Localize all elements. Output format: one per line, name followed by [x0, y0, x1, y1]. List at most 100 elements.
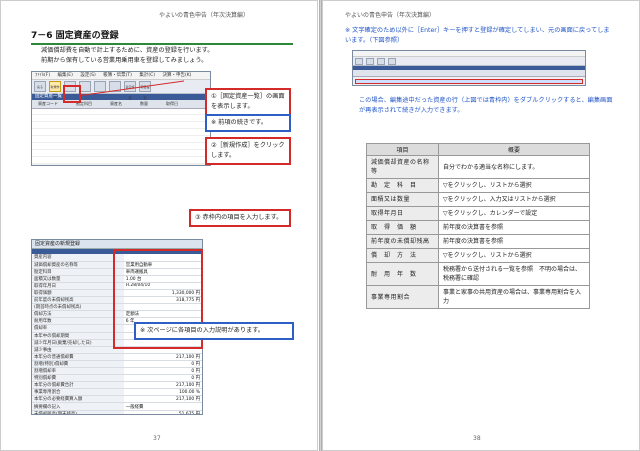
- desc-item: 償 却 方 法: [366, 248, 439, 263]
- form-label: 事業専用割合: [32, 388, 124, 397]
- section-title: 7－6 固定資産の登録: [31, 28, 293, 45]
- list-title: 固定資産一覧: [35, 94, 62, 99]
- form-value-field[interactable]: 217,100 円: [123, 353, 202, 361]
- desc-summary: 前年度の決算書を参照: [438, 234, 590, 249]
- left-page: やよいの青色申告（年次決算編） 7－6 固定資産の登録 減価償却費を自動で計上す…: [0, 0, 318, 451]
- callout-prev-note: ※ 前項の続きです。: [205, 114, 291, 132]
- menu-books[interactable]: 帳簿・伝票(T): [103, 73, 132, 78]
- intro-line-2: 前期から保有している営業用乗用車を登録してみましょう。: [41, 57, 208, 64]
- desc-item: 減価償却資産の名称等: [366, 155, 439, 179]
- form-value-field[interactable]: 0 円: [123, 360, 202, 369]
- asset-list-grid[interactable]: [32, 109, 210, 164]
- table-row: 取 得 価 額前年度の決算書を参照: [366, 220, 590, 235]
- fixed-asset-list-window: ﾌｧｲﾙ(F) 編集(E) 設定(S) 帳簿・伝票(T) 集計(C) 決算・申告…: [31, 71, 211, 166]
- toolbar-button-5[interactable]: [94, 81, 106, 92]
- form-row: 摘要欄の記入 一般経費: [32, 402, 202, 411]
- desc-item: 勘 定 科 目: [366, 178, 439, 193]
- desc-summary: 前年度の決算書を参照: [438, 220, 590, 235]
- form-label: (期首時点の未償却残高): [32, 303, 124, 312]
- form-value-field[interactable]: 0 円: [123, 367, 202, 376]
- mini-toolbar: [353, 57, 585, 66]
- col-asset-code: 資産コード: [38, 101, 58, 106]
- menu-totals[interactable]: 集計(C): [139, 73, 155, 78]
- desc-head-summary: 概要: [438, 143, 590, 156]
- desc-summary: 税務署から送付される一覧を参照 不明の場合は、税務署に確認: [438, 262, 590, 286]
- desc-item: 取 得 価 額: [366, 220, 439, 235]
- form-row: 本年分の普通償却費 217,100 円: [32, 353, 202, 361]
- back-button[interactable]: 戻る: [34, 81, 46, 92]
- table-row: 償 却 方 法 ▽をクリックし、リストから選択: [366, 248, 590, 263]
- col-asset-name: 資産名: [110, 101, 122, 106]
- toolbar: 戻る 新規作成 表示設定 項目設定: [32, 80, 210, 100]
- form-value-field[interactable]: 0 円: [123, 374, 202, 383]
- form-label: 減少事由: [32, 346, 124, 354]
- mini-tool-3[interactable]: [377, 57, 385, 65]
- field-description-table: 項目 概要 減価償却資産の名称等 自分でわかる適当な名称にします。勘 定 科 目 ▽…: [366, 143, 590, 309]
- form-label: 償却方法: [32, 310, 124, 319]
- desc-summary: ▽をクリックし、カレンダーで設定: [438, 206, 590, 221]
- desc-summary: ▽をクリックし、リストから選択: [438, 178, 590, 193]
- table-row: 面積又は数量 ▽をクリックし、入力又はリストから選択: [366, 192, 590, 207]
- desc-head-item: 項目: [366, 143, 439, 156]
- mini-back-button[interactable]: [355, 57, 363, 65]
- form-label: 割増(特別)償却費: [32, 360, 124, 369]
- form-label: 特別償却費: [32, 374, 124, 383]
- form-label: 資産内容: [32, 254, 124, 262]
- form-label: 減価償却資産の名称等: [32, 261, 124, 269]
- form-label: 本年分の必要経費算入額: [32, 395, 124, 404]
- menu-file[interactable]: ﾌｧｲﾙ(F): [35, 73, 50, 78]
- desc-summary: 自分でわかる適当な名称にします。: [438, 155, 590, 179]
- asset-list-screenshot: [352, 50, 586, 86]
- form-label: 面積又は数量: [32, 275, 124, 283]
- form-label: 取得年月日: [32, 282, 124, 290]
- callout-step-1: ①［固定資産一覧］の画面を表示します。: [205, 88, 291, 116]
- left-page-header: やよいの青色申告（年次決算編）: [159, 12, 250, 19]
- new-button[interactable]: 新規作成: [49, 81, 61, 100]
- table-row: 耐 用 年 数税務署から送付される一覧を参照 不明の場合は、税務署に確認: [366, 262, 590, 286]
- menu-edit[interactable]: 編集(E): [58, 73, 73, 78]
- form-label: 本年中の償却期間: [32, 332, 124, 340]
- mini-new-button[interactable]: [366, 57, 374, 65]
- col-acquired-date: 取得日: [166, 101, 178, 106]
- form-row: 未償却残高(期末残高) 51,675 円: [32, 410, 202, 414]
- form-label: 前年度の未償却残高: [32, 296, 124, 305]
- form-row: 本年分の必要経費算入額 217,100 円: [32, 395, 202, 404]
- desc-summary: 事業と家事の共用資産の場合は、事業専用割合を入力: [438, 285, 590, 309]
- form-row: 事業専用割合 100.00 %: [32, 388, 202, 397]
- form-label: 勘定科目: [32, 268, 124, 276]
- double-click-note: この場合、編集途中だった資産の行（上図では青枠内）をダブルクリックすると、編集画…: [359, 97, 613, 114]
- desc-item: 事業専用割合: [366, 285, 439, 309]
- callout-step-2: ②［新規作成］をクリックします。: [205, 137, 291, 165]
- table-row: 勘 定 科 目 ▽をクリックし、リストから選択: [366, 178, 590, 193]
- desc-summary: ▽をクリックし、リストから選択: [438, 248, 590, 263]
- form-value-field[interactable]: 100.00 %: [123, 388, 202, 397]
- right-page-header: やよいの青色申告（年次決算編）: [345, 12, 436, 19]
- mini-tool-4[interactable]: [388, 57, 396, 65]
- table-row: 事業専用割合 事業と家事の共用資産の場合は、事業専用割合を入力: [366, 285, 590, 309]
- desc-item: 取得年月日: [366, 206, 439, 221]
- callout-step-3: ③ 赤枠内の項目を入力します。: [189, 209, 291, 227]
- menu-closing[interactable]: 決算・申告(K): [162, 73, 191, 78]
- form-label: 本年分の償却費合計: [32, 381, 124, 390]
- form-label: 耐用年数: [32, 317, 124, 326]
- page-number-left: 37: [153, 435, 161, 442]
- page-number-right: 38: [473, 435, 481, 442]
- editing-asset-row[interactable]: [355, 79, 583, 84]
- callout-next-note: ※ 次ページに各項目の入力説明があります。: [134, 322, 294, 340]
- form-value-field[interactable]: 217,100 円: [123, 395, 202, 404]
- desc-item: 前年度の未償却残高: [366, 234, 439, 249]
- table-row: 取得年月日 ▽をクリックし、カレンダーで設定: [366, 206, 590, 221]
- table-row: 前年度の未償却残高 前年度の決算書を参照: [366, 234, 590, 249]
- intro-line-1: 減価償却費を自動で計上するために、資産の登録を行います。: [41, 47, 214, 54]
- form-value-field[interactable]: 一般経費: [123, 402, 202, 411]
- desc-item: 面積又は数量: [366, 192, 439, 207]
- form-row: 特別償却費 0 円: [32, 374, 202, 383]
- menu-settings[interactable]: 設定(S): [80, 73, 95, 78]
- dialog-title: 固定資産の新規登録: [32, 240, 202, 249]
- new-button-highlight: [63, 85, 81, 103]
- form-value-field[interactable]: 51,675 円: [123, 410, 202, 414]
- form-row: 割増(特別)償却費 0 円: [32, 360, 202, 369]
- form-label: 割増償却率: [32, 367, 124, 376]
- desc-item: 耐 用 年 数: [366, 262, 439, 286]
- form-value-field[interactable]: 217,100 円: [123, 381, 202, 390]
